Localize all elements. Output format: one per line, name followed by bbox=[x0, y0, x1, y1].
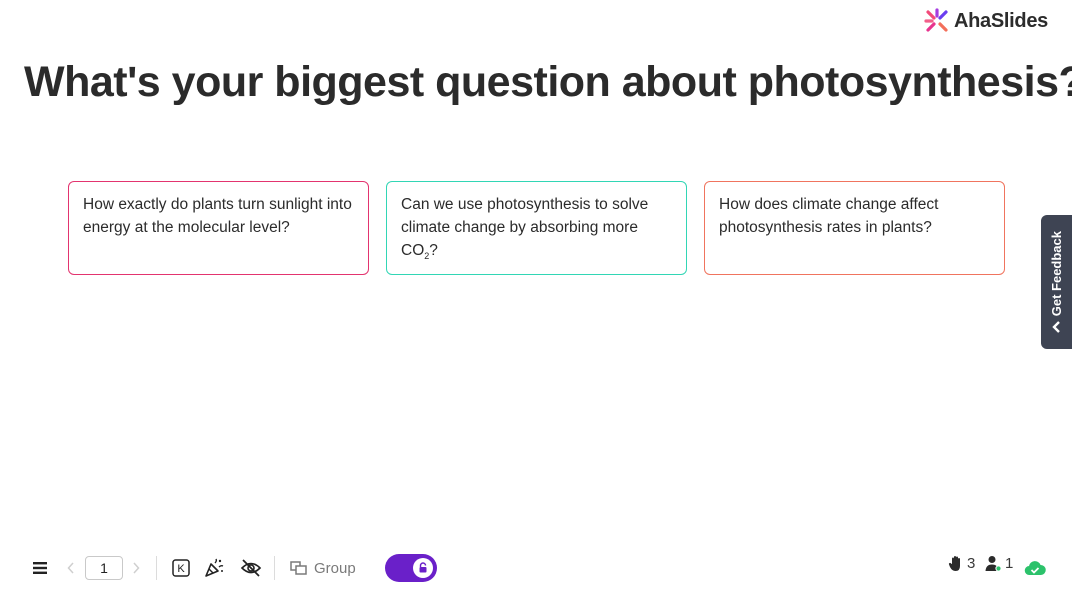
response-text-end: ? bbox=[429, 242, 438, 259]
response-card[interactable]: How exactly do plants turn sunlight into… bbox=[68, 181, 369, 276]
chevron-left-icon bbox=[1051, 320, 1060, 333]
shortcut-key-label: K bbox=[177, 563, 185, 575]
response-card[interactable]: How does climate change affect photosynt… bbox=[704, 181, 1005, 276]
brand-name: AhaSlides bbox=[954, 9, 1048, 32]
hide-results-button[interactable] bbox=[239, 556, 263, 580]
person-icon bbox=[985, 556, 1002, 572]
response-text: How does climate change affect photosynt… bbox=[719, 196, 939, 236]
cloud-check-icon bbox=[1024, 561, 1046, 576]
hand-icon bbox=[948, 556, 960, 571]
previous-slide-button[interactable] bbox=[63, 558, 79, 578]
participants-count: 1 bbox=[1005, 555, 1014, 572]
page-number-input[interactable]: 1 bbox=[85, 556, 123, 580]
group-icon bbox=[290, 561, 307, 575]
chevron-left-icon bbox=[67, 562, 74, 574]
group-label: Group bbox=[314, 559, 356, 577]
keyboard-shortcut-icon: K bbox=[172, 559, 190, 577]
response-card[interactable]: Can we use photosynthesis to solve clima… bbox=[386, 181, 687, 276]
presenter-toolbar: 1 K Group 3 1 bbox=[0, 539, 1072, 599]
keyboard-shortcuts-button[interactable]: K bbox=[171, 557, 191, 579]
lock-icon bbox=[419, 562, 427, 573]
confetti-icon bbox=[205, 558, 224, 577]
menu-button[interactable] bbox=[30, 557, 50, 579]
raised-hands-count: 3 bbox=[967, 555, 976, 572]
chevron-right-icon bbox=[133, 562, 140, 574]
ahaslides-logo-icon bbox=[924, 8, 948, 32]
brand-logo: AhaSlides bbox=[924, 8, 1048, 34]
eye-off-icon bbox=[240, 559, 262, 577]
toolbar-divider bbox=[274, 556, 275, 580]
audience-lock-toggle[interactable] bbox=[385, 554, 437, 582]
menu-icon bbox=[33, 562, 47, 574]
response-text: Can we use photosynthesis to solve clima… bbox=[401, 196, 649, 259]
slide-title: What's your biggest question about photo… bbox=[24, 58, 1072, 106]
get-feedback-tab[interactable]: Get Feedback bbox=[1041, 215, 1072, 349]
toolbar-divider bbox=[156, 556, 157, 580]
get-feedback-label: Get Feedback bbox=[1049, 231, 1064, 317]
participants-counter[interactable]: 1 bbox=[985, 555, 1013, 572]
toggle-knob bbox=[413, 558, 433, 578]
raised-hands-counter[interactable]: 3 bbox=[948, 555, 975, 572]
responses-grid: How exactly do plants turn sunlight into… bbox=[68, 181, 1005, 276]
reactions-button[interactable] bbox=[203, 556, 225, 580]
group-button[interactable]: Group bbox=[290, 555, 356, 581]
sync-status bbox=[1023, 557, 1047, 579]
response-text: How exactly do plants turn sunlight into… bbox=[83, 196, 352, 236]
next-slide-button[interactable] bbox=[128, 558, 144, 578]
